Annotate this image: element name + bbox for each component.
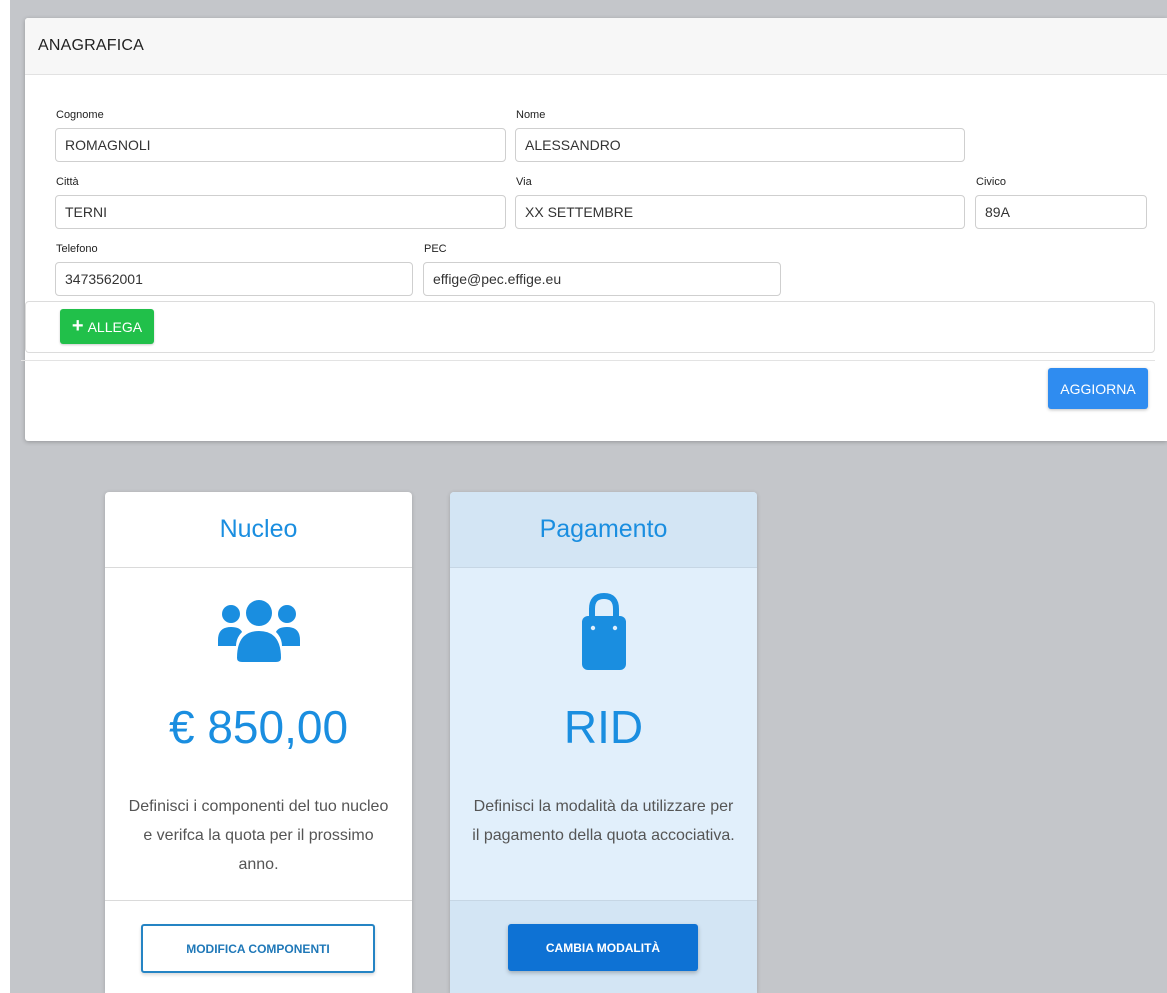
nucleo-card-header: Nucleo — [105, 492, 412, 568]
citta-label: Città — [56, 176, 79, 188]
pagamento-description: Definisci la modalità da utilizzare per … — [472, 798, 735, 844]
telefono-field[interactable]: 3473562001 — [55, 262, 413, 296]
telefono-label: Telefono — [56, 243, 98, 255]
shopping-bag-icon — [450, 592, 757, 672]
via-label: Via — [516, 176, 532, 188]
pagamento-card-footer: CAMBIA MODALITÀ — [450, 900, 757, 993]
pagamento-card: Pagamento RID Definisci la modalità da u… — [450, 492, 757, 993]
panel-body: Cognome ROMAGNOLI Nome ALESSANDRO Città … — [21, 18, 1167, 441]
pagamento-card-header: Pagamento — [450, 492, 757, 568]
pagamento-card-title: Pagamento — [539, 515, 668, 543]
left-edge-strip — [0, 0, 10, 993]
cognome-label: Cognome — [56, 109, 104, 121]
nucleo-description: Definisci i componenti del tuo nucleo e … — [128, 798, 389, 873]
civico-label: Civico — [976, 176, 1006, 188]
pec-label: PEC — [424, 243, 447, 255]
allega-label: ALLEGA — [87, 318, 143, 335]
aggiorna-button[interactable]: AGGIORNA — [1048, 368, 1148, 409]
nome-field[interactable]: ALESSANDRO — [515, 128, 965, 162]
plus-icon: + — [71, 314, 84, 337]
allega-button[interactable]: + ALLEGA — [60, 309, 154, 344]
nucleo-card-footer: MODIFICA COMPONENTI — [105, 900, 412, 993]
nome-label: Nome — [516, 109, 546, 121]
cognome-field[interactable]: ROMAGNOLI — [55, 128, 506, 162]
anagrafica-panel: ANAGRAFICA Cognome ROMAGNOLI Nome ALESSA… — [21, 18, 1167, 441]
pagamento-method: RID — [563, 701, 644, 753]
nucleo-amount: € 850,00 — [168, 701, 349, 753]
nucleo-card-title: Nucleo — [219, 515, 298, 543]
modifica-componenti-button[interactable]: MODIFICA COMPONENTI — [141, 924, 375, 973]
users-icon — [105, 600, 412, 662]
via-field[interactable]: XX SETTEMBRE — [515, 195, 965, 229]
nucleo-card: Nucleo € 850,00 Definisci i componenti d… — [105, 492, 412, 993]
panel-divider — [21, 360, 1155, 361]
civico-field[interactable]: 89A — [975, 195, 1147, 229]
citta-field[interactable]: TERNI — [55, 195, 506, 229]
pec-field[interactable]: effige@pec.effige.eu — [423, 262, 781, 296]
cambia-modalita-button[interactable]: CAMBIA MODALITÀ — [508, 924, 698, 971]
attachments-area — [25, 301, 1155, 353]
